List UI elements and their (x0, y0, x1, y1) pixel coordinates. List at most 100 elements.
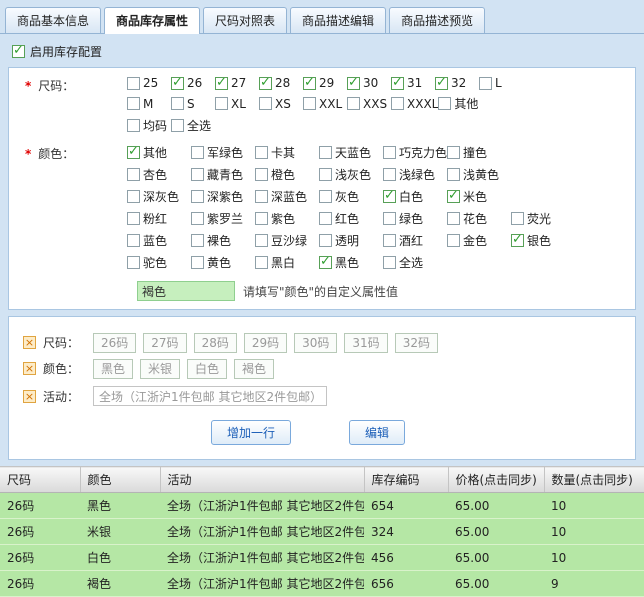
tab-商品基本信息[interactable]: 商品基本信息 (5, 7, 101, 33)
delete-size-icon[interactable]: × (23, 336, 36, 349)
activity-input[interactable] (93, 386, 327, 406)
sku-table-row[interactable]: 26码褐色全场（江浙沪1件包邮 其它地区2件包邮...65665.009 (0, 571, 644, 597)
unchecked-checkbox-icon[interactable] (255, 168, 268, 181)
selected-tag-31码[interactable]: 31码 (344, 333, 387, 353)
unchecked-checkbox-icon[interactable] (255, 234, 268, 247)
checkbox-option-天蓝色[interactable]: 天蓝色 (319, 144, 383, 161)
checkbox-option-XS[interactable]: XS (259, 95, 303, 112)
selected-tag-30码[interactable]: 30码 (294, 333, 337, 353)
unchecked-checkbox-icon[interactable] (447, 212, 460, 225)
checkbox-option-深灰色[interactable]: 深灰色 (127, 188, 191, 205)
unchecked-checkbox-icon[interactable] (347, 97, 360, 110)
unchecked-checkbox-icon[interactable] (447, 146, 460, 159)
unchecked-checkbox-icon[interactable] (259, 97, 272, 110)
delete-color-icon[interactable]: × (23, 362, 36, 375)
checkbox-option-粉红[interactable]: 粉红 (127, 210, 191, 227)
unchecked-checkbox-icon[interactable] (479, 77, 492, 90)
tab-尺码对照表[interactable]: 尺码对照表 (203, 7, 287, 33)
cell-qty[interactable]: 10 (544, 519, 644, 545)
unchecked-checkbox-icon[interactable] (171, 119, 184, 132)
unchecked-checkbox-icon[interactable] (319, 190, 332, 203)
checked-checkbox-icon[interactable] (391, 77, 404, 90)
checkbox-option-32[interactable]: 32 (435, 76, 479, 90)
checkbox-option-全选[interactable]: 全选 (383, 254, 447, 271)
unchecked-checkbox-icon[interactable] (383, 256, 396, 269)
checkbox-option-裸色[interactable]: 裸色 (191, 232, 255, 249)
checkbox-option-透明[interactable]: 透明 (319, 232, 383, 249)
selected-tag-褐色[interactable]: 褐色 (234, 359, 274, 379)
checkbox-option-白色[interactable]: 白色 (383, 188, 447, 205)
checkbox-option-26[interactable]: 26 (171, 76, 215, 90)
unchecked-checkbox-icon[interactable] (127, 190, 140, 203)
checkbox-option-黄色[interactable]: 黄色 (191, 254, 255, 271)
checked-checkbox-icon[interactable] (303, 77, 316, 90)
checked-checkbox-icon[interactable] (259, 77, 272, 90)
enable-inventory-checkbox[interactable] (12, 45, 25, 58)
checked-checkbox-icon[interactable] (511, 234, 524, 247)
unchecked-checkbox-icon[interactable] (255, 212, 268, 225)
checkbox-option-25[interactable]: 25 (127, 76, 171, 90)
checkbox-option-藏青色[interactable]: 藏青色 (191, 166, 255, 183)
checkbox-option-28[interactable]: 28 (259, 76, 303, 90)
selected-tag-28码[interactable]: 28码 (194, 333, 237, 353)
cell-qty[interactable]: 10 (544, 493, 644, 519)
checkbox-option-银色[interactable]: 银色 (511, 232, 575, 249)
unchecked-checkbox-icon[interactable] (383, 234, 396, 247)
unchecked-checkbox-icon[interactable] (319, 146, 332, 159)
unchecked-checkbox-icon[interactable] (447, 168, 460, 181)
checkbox-option-全选[interactable]: 全选 (171, 117, 215, 134)
cell-qty[interactable]: 10 (544, 545, 644, 571)
checkbox-option-蓝色[interactable]: 蓝色 (127, 232, 191, 249)
checkbox-option-灰色[interactable]: 灰色 (319, 188, 383, 205)
unchecked-checkbox-icon[interactable] (191, 256, 204, 269)
selected-tag-米银[interactable]: 米银 (140, 359, 180, 379)
unchecked-checkbox-icon[interactable] (191, 234, 204, 247)
checkbox-option-驼色[interactable]: 驼色 (127, 254, 191, 271)
unchecked-checkbox-icon[interactable] (319, 234, 332, 247)
checkbox-option-黑色[interactable]: 黑色 (319, 254, 383, 271)
unchecked-checkbox-icon[interactable] (438, 97, 451, 110)
checkbox-option-XL[interactable]: XL (215, 95, 259, 112)
checkbox-option-浅黄色[interactable]: 浅黄色 (447, 166, 511, 183)
custom-color-input[interactable] (137, 281, 235, 301)
tab-商品描述编辑[interactable]: 商品描述编辑 (290, 7, 386, 33)
unchecked-checkbox-icon[interactable] (391, 97, 404, 110)
sku-table-row[interactable]: 26码白色全场（江浙沪1件包邮 其它地区2件包邮...45665.0010 (0, 545, 644, 571)
checkbox-option-29[interactable]: 29 (303, 76, 347, 90)
tab-商品描述预览[interactable]: 商品描述预览 (389, 7, 485, 33)
checked-checkbox-icon[interactable] (383, 190, 396, 203)
cell-price[interactable]: 65.00 (448, 545, 544, 571)
checked-checkbox-icon[interactable] (215, 77, 228, 90)
checkbox-option-豆沙绿[interactable]: 豆沙绿 (255, 232, 319, 249)
sku-table-row[interactable]: 26码米银全场（江浙沪1件包邮 其它地区2件包邮...32465.0010 (0, 519, 644, 545)
checkbox-option-27[interactable]: 27 (215, 76, 259, 90)
unchecked-checkbox-icon[interactable] (303, 97, 316, 110)
checkbox-option-橙色[interactable]: 橙色 (255, 166, 319, 183)
unchecked-checkbox-icon[interactable] (447, 234, 460, 247)
edit-button[interactable]: 编辑 (349, 420, 405, 445)
unchecked-checkbox-icon[interactable] (191, 190, 204, 203)
checkbox-option-杏色[interactable]: 杏色 (127, 166, 191, 183)
unchecked-checkbox-icon[interactable] (319, 168, 332, 181)
unchecked-checkbox-icon[interactable] (127, 234, 140, 247)
checkbox-option-荧光[interactable]: 荧光 (511, 210, 575, 227)
selected-tag-27码[interactable]: 27码 (143, 333, 186, 353)
cell-price[interactable]: 65.00 (448, 571, 544, 597)
unchecked-checkbox-icon[interactable] (255, 146, 268, 159)
unchecked-checkbox-icon[interactable] (383, 146, 396, 159)
checkbox-option-L[interactable]: L (479, 76, 523, 90)
selected-tag-黑色[interactable]: 黑色 (93, 359, 133, 379)
unchecked-checkbox-icon[interactable] (127, 256, 140, 269)
checkbox-option-金色[interactable]: 金色 (447, 232, 511, 249)
unchecked-checkbox-icon[interactable] (191, 168, 204, 181)
selected-tag-26码[interactable]: 26码 (93, 333, 136, 353)
checkbox-option-浅灰色[interactable]: 浅灰色 (319, 166, 383, 183)
checked-checkbox-icon[interactable] (447, 190, 460, 203)
cell-price[interactable]: 65.00 (448, 493, 544, 519)
checkbox-option-军绿色[interactable]: 军绿色 (191, 144, 255, 161)
checkbox-option-其他[interactable]: 其他 (438, 95, 482, 112)
checkbox-option-撞色[interactable]: 撞色 (447, 144, 511, 161)
checkbox-option-浅绿色[interactable]: 浅绿色 (383, 166, 447, 183)
checkbox-option-深紫色[interactable]: 深紫色 (191, 188, 255, 205)
checked-checkbox-icon[interactable] (319, 256, 332, 269)
